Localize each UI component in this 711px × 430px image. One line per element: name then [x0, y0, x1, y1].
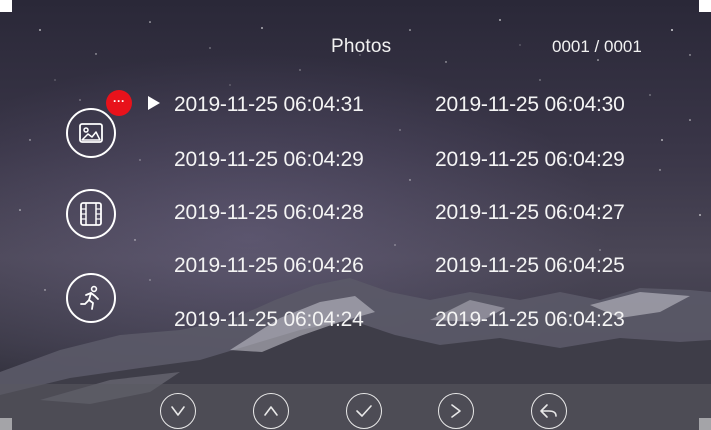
check-icon — [356, 405, 372, 417]
page-counter: 0001 / 0001 — [552, 37, 642, 56]
scroll-up-button[interactable] — [253, 393, 289, 429]
back-arrow-icon — [540, 404, 557, 418]
photo-list-item[interactable]: 2019-11-25 06:04:25 — [435, 254, 625, 278]
chevron-down-icon — [171, 406, 185, 416]
photo-list-item[interactable]: 2019-11-25 06:04:27 — [435, 201, 625, 225]
photo-list-item[interactable]: 2019-11-25 06:04:24 — [174, 308, 364, 332]
image-icon — [79, 123, 103, 143]
new-items-badge: ··· — [106, 90, 132, 116]
photo-list-item[interactable]: 2019-11-25 06:04:23 — [435, 308, 625, 332]
corner-mask-top-right — [699, 0, 711, 12]
motion-events-category-button[interactable] — [66, 273, 116, 323]
scroll-down-button[interactable] — [160, 393, 196, 429]
photo-list-item[interactable]: 2019-11-25 06:04:30 — [435, 93, 625, 117]
photos-category-button[interactable] — [66, 108, 116, 158]
next-button[interactable] — [438, 393, 474, 429]
chevron-right-icon — [451, 404, 461, 418]
back-button[interactable] — [531, 393, 567, 429]
videos-category-button[interactable] — [66, 189, 116, 239]
photo-list-item[interactable]: 2019-11-25 06:04:29 — [174, 148, 364, 172]
photo-browser-screen: Photos 0001 / 0001 ··· 2019-11-25 06:04:… — [0, 0, 711, 430]
selection-marker-icon — [148, 96, 160, 110]
photo-list-item[interactable]: 2019-11-25 06:04:28 — [174, 201, 364, 225]
photo-list-item[interactable]: 2019-11-25 06:04:26 — [174, 254, 364, 278]
photo-list-item[interactable]: 2019-11-25 06:04:29 — [435, 148, 625, 172]
page-title: Photos — [331, 36, 392, 57]
corner-mask-top-left — [0, 0, 12, 12]
film-icon — [80, 202, 102, 226]
confirm-button[interactable] — [346, 393, 382, 429]
photo-list-item[interactable]: 2019-11-25 06:04:31 — [174, 93, 364, 117]
chevron-up-icon — [264, 406, 278, 416]
running-person-icon — [80, 285, 99, 310]
